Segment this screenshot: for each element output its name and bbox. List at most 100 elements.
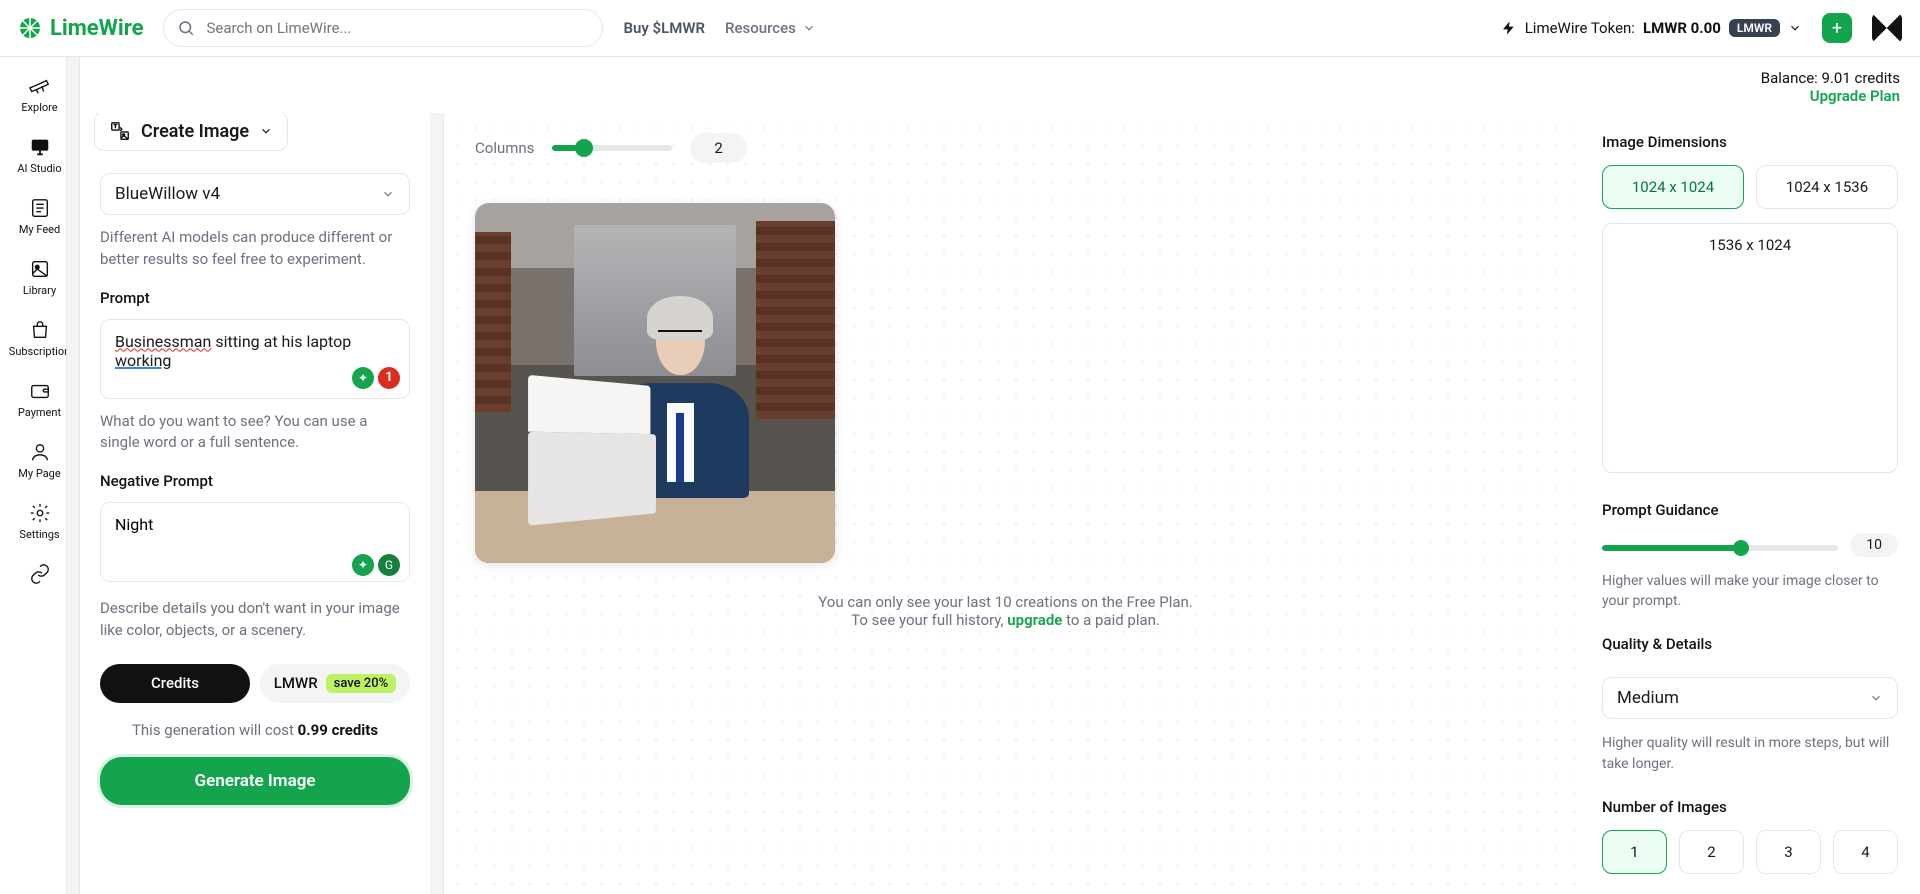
nav-link[interactable] <box>0 563 79 585</box>
grammarly-icon[interactable]: ✦ <box>352 367 374 389</box>
telescope-icon <box>29 75 51 97</box>
generate-button[interactable]: Generate Image <box>100 757 410 805</box>
columns-slider[interactable] <box>552 145 672 151</box>
free-line2c: to a paid plan. <box>1062 611 1160 629</box>
num-1[interactable]: 1 <box>1602 830 1667 874</box>
dimensions-title: Image Dimensions <box>1602 133 1898 151</box>
free-line2a: To see your full history, <box>851 611 1007 629</box>
nav-library[interactable]: Library <box>0 258 79 297</box>
token-badge: LMWR <box>1729 19 1780 37</box>
token-value: LMWR 0.00 <box>1643 19 1721 37</box>
resources-menu[interactable]: Resources <box>725 19 816 37</box>
free-line1: You can only see your last 10 creations … <box>461 593 1550 611</box>
lmwr-label: LMWR <box>274 674 318 692</box>
create-mode-dropdown[interactable]: Create Image <box>94 113 288 151</box>
grammarly-icon[interactable]: G <box>378 554 400 576</box>
avatar[interactable] <box>1872 13 1902 43</box>
monitor-icon <box>29 136 51 158</box>
upgrade-link[interactable]: upgrade <box>1007 611 1062 629</box>
logo[interactable]: LimeWire <box>18 16 143 41</box>
dim-1024x1536[interactable]: 1024 x 1536 <box>1756 165 1898 209</box>
buy-lmwr-link[interactable]: Buy $LMWR <box>623 19 705 37</box>
model-help: Different AI models can produce differen… <box>100 227 410 271</box>
columns-value: 2 <box>690 133 746 163</box>
nav-subscription[interactable]: Subscription <box>0 319 79 358</box>
prompt-guidance-slider[interactable] <box>1602 545 1838 551</box>
num-3[interactable]: 3 <box>1756 830 1821 874</box>
text-image-icon <box>109 120 131 142</box>
nav-settings[interactable]: Settings <box>0 502 79 541</box>
chevron-down-icon <box>381 187 395 201</box>
prompt-help: What do you want to see? You can use a s… <box>100 411 410 455</box>
header: LimeWire Buy $LMWR Resources LimeWire To… <box>0 0 1920 57</box>
credits-pill[interactable]: Credits <box>100 664 250 703</box>
num-4[interactable]: 4 <box>1833 830 1898 874</box>
link-icon <box>29 563 51 585</box>
user-icon <box>29 441 51 463</box>
nav-label: AI Studio <box>17 162 61 175</box>
panel-scrollbar[interactable] <box>430 113 444 894</box>
dim-1024x1024[interactable]: 1024 x 1024 <box>1602 165 1744 209</box>
neg-help: Describe details you don't want in your … <box>100 598 410 642</box>
gear-icon <box>29 502 51 524</box>
chevron-down-icon <box>259 124 273 138</box>
save-badge: save 20% <box>326 674 397 693</box>
chevron-down-icon <box>1788 21 1802 35</box>
nav-payment[interactable]: Payment <box>0 380 79 419</box>
wallet-icon <box>29 380 51 402</box>
nav-label: Subscription <box>9 345 70 358</box>
add-button[interactable]: + <box>1822 13 1852 43</box>
balance-text: Balance: 9.01 credits <box>1761 69 1900 87</box>
nav-label: Payment <box>18 406 61 419</box>
dim-1536x1024[interactable]: 1536 x 1024 <box>1602 223 1898 473</box>
nav-explore[interactable]: Explore <box>0 75 79 114</box>
pg-help: Higher values will make your image close… <box>1602 571 1898 612</box>
token-balance[interactable]: LimeWire Token: LMWR 0.00 LMWR <box>1501 19 1802 37</box>
search-wrap <box>163 9 603 47</box>
settings-panel: Image Dimensions 1024 x 1024 1024 x 1536… <box>1580 113 1920 894</box>
feed-icon <box>29 197 51 219</box>
chevron-down-icon <box>802 21 816 35</box>
nav-my-feed[interactable]: My Feed <box>0 197 79 236</box>
library-icon <box>29 258 51 280</box>
num-2[interactable]: 2 <box>1679 830 1744 874</box>
nav-label: Library <box>23 284 56 297</box>
lime-icon <box>18 16 42 40</box>
quality-help: Higher quality will result in more steps… <box>1602 733 1898 774</box>
nav-label: My Feed <box>19 223 60 236</box>
nav-label: My Page <box>18 467 60 480</box>
prompt-guidance-value: 10 <box>1850 533 1898 557</box>
columns-label: Columns <box>475 139 534 157</box>
balance-area: Balance: 9.01 credits Upgrade Plan <box>80 57 1920 113</box>
prompt-label: Prompt <box>100 289 410 307</box>
token-label: LimeWire Token: <box>1525 19 1635 37</box>
chevron-down-icon <box>1869 691 1883 705</box>
bag-icon <box>29 319 51 341</box>
cost-value: 0.99 credits <box>298 721 378 739</box>
search-icon <box>177 19 195 37</box>
quality-select[interactable]: Medium <box>1602 677 1898 719</box>
quality-value: Medium <box>1617 688 1679 708</box>
nav-ai-studio[interactable]: AI Studio <box>0 136 79 175</box>
nav-label: Explore <box>21 101 57 114</box>
create-label: Create Image <box>141 121 249 142</box>
cost-text: This generation will cost 0.99 credits <box>100 721 410 739</box>
nav-my-page[interactable]: My Page <box>0 441 79 480</box>
free-plan-notice: You can only see your last 10 creations … <box>461 593 1550 629</box>
model-select[interactable]: BlueWillow v4 <box>100 173 410 215</box>
prompt-guidance-title: Prompt Guidance <box>1602 501 1898 519</box>
generated-image[interactable] <box>475 203 835 563</box>
search-input[interactable] <box>163 9 603 47</box>
resources-label: Resources <box>725 19 796 37</box>
neg-label: Negative Prompt <box>100 472 410 490</box>
upgrade-plan-link[interactable]: Upgrade Plan <box>100 87 1900 105</box>
grammarly-icon[interactable]: ✦ <box>352 554 374 576</box>
lmwr-pill[interactable]: LMWR save 20% <box>260 664 410 703</box>
nav-label: Settings <box>19 528 59 541</box>
canvas-area: Columns 2 You can only see your last 10 <box>430 113 1580 894</box>
bolt-icon <box>1501 20 1517 36</box>
cost-pre: This generation will cost <box>132 721 298 739</box>
quality-title: Quality & Details <box>1602 635 1898 653</box>
brand-name: LimeWire <box>50 16 143 41</box>
error-count-badge[interactable]: 1 <box>378 367 400 389</box>
